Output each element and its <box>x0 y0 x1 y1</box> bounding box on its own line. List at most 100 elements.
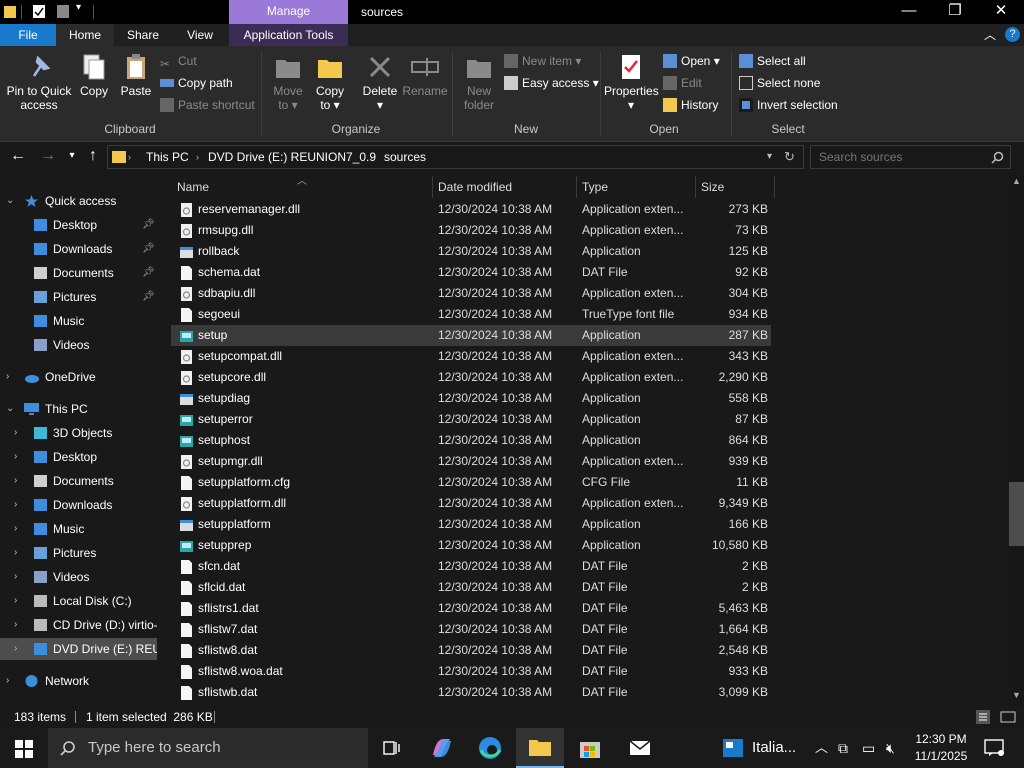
file-row[interactable]: setup 12/30/2024 10:38 AM Application 287 K… <box>171 325 771 346</box>
properties-button[interactable]: Properties ▾ <box>604 52 659 112</box>
pin-icon[interactable]: 📌︎ <box>142 238 155 260</box>
windows-start-icon[interactable] <box>15 740 33 758</box>
paste-shortcut-button[interactable]: Paste shortcut <box>160 95 255 115</box>
column-header-size[interactable]: Size <box>701 176 724 198</box>
nav-this-pc[interactable]: ⌄ This PC <box>0 398 157 420</box>
pin-icon[interactable]: 📌︎ <box>142 262 155 284</box>
customize-quick-access-icon[interactable]: ▾ <box>76 2 81 13</box>
scroll-down-icon[interactable]: ▼ <box>1012 690 1021 700</box>
select-all-button[interactable]: Select all <box>739 51 806 71</box>
column-header-date[interactable]: Date modified <box>438 176 512 198</box>
nav-pc-item[interactable]: › Local Disk (C:) <box>0 590 157 612</box>
file-row[interactable]: setupplatform 12/30/2024 10:38 AM Applicat… <box>171 514 771 535</box>
edit-button[interactable]: Edit <box>663 73 702 93</box>
expand-icon[interactable]: › <box>14 446 17 468</box>
details-view-icon[interactable] <box>976 710 990 724</box>
cut-button[interactable]: ✂ Cut <box>160 51 197 71</box>
expand-icon[interactable]: › <box>14 614 17 636</box>
nav-quick-downloads[interactable]: Downloads 📌︎ <box>0 238 157 260</box>
recent-locations-icon[interactable]: ▾ <box>62 146 82 166</box>
nav-network[interactable]: › Network <box>0 670 157 692</box>
clock[interactable]: 12:30 PM 11/1/2025 <box>914 731 968 765</box>
file-row[interactable]: sflistwb.dat 12/30/2024 10:38 AM DAT File 3… <box>171 682 771 703</box>
file-row[interactable]: sdbapiu.dll 12/30/2024 10:38 AM Applicatio… <box>171 283 771 304</box>
pin-to-quick-access-button[interactable]: Pin to Quick access <box>4 52 74 112</box>
nav-quick-desktop[interactable]: Desktop 📌︎ <box>0 214 157 236</box>
nav-pc-item[interactable]: › Videos <box>0 566 157 588</box>
move-to-button[interactable]: Move to ▾ <box>268 52 308 112</box>
file-row[interactable]: rollback 12/30/2024 10:38 AM Application 12… <box>171 241 771 262</box>
nav-quick-documents[interactable]: Documents 📌︎ <box>0 262 157 284</box>
nav-quick-videos[interactable]: Videos <box>0 334 157 356</box>
show-hidden-icons-icon[interactable]: ︿ <box>815 728 828 768</box>
rename-button[interactable]: Rename <box>402 52 448 98</box>
nav-onedrive[interactable]: › OneDrive <box>0 366 157 388</box>
nav-pc-item[interactable]: › Downloads <box>0 494 157 516</box>
tab-home[interactable]: Home <box>56 24 114 46</box>
scroll-thumb[interactable] <box>1009 482 1024 546</box>
new-folder-button[interactable]: New folder <box>459 52 499 112</box>
search-box[interactable] <box>810 145 1011 169</box>
weather-label[interactable]: Italia... <box>752 728 796 768</box>
new-folder-quick-icon[interactable] <box>57 4 69 19</box>
tab-view[interactable]: View <box>172 24 228 46</box>
collapse-ribbon-icon[interactable]: ︿ <box>984 26 996 43</box>
up-icon[interactable]: ↑ <box>83 146 103 166</box>
nav-quick-access[interactable]: ⌄ Quick access <box>0 190 157 212</box>
weather-widget[interactable] <box>722 738 744 761</box>
mail-button[interactable] <box>616 728 664 768</box>
file-row[interactable]: reservemanager.dll 12/30/2024 10:38 AM App… <box>171 199 771 220</box>
file-row[interactable]: sfcn.dat 12/30/2024 10:38 AM DAT File 2 KB <box>171 556 771 577</box>
column-header-type[interactable]: Type <box>582 176 608 198</box>
copy-button[interactable]: Copy <box>74 52 114 98</box>
expand-icon[interactable]: › <box>14 566 17 588</box>
pin-icon[interactable]: 📌︎ <box>142 214 155 236</box>
new-item-button[interactable]: New item ▾ <box>504 51 581 71</box>
delete-button[interactable]: Delete ▾ <box>358 52 402 112</box>
nav-pc-item[interactable]: › DVD Drive (E:) REUN <box>0 638 157 660</box>
nav-quick-pictures[interactable]: Pictures 📌︎ <box>0 286 157 308</box>
nav-pc-item[interactable]: › 3D Objects <box>0 422 157 444</box>
copilot-button[interactable] <box>418 728 466 768</box>
nav-pc-item[interactable]: › Desktop <box>0 446 157 468</box>
invert-selection-button[interactable]: Invert selection <box>739 95 838 115</box>
tab-share[interactable]: Share <box>114 24 172 46</box>
file-row[interactable]: setupplatform.dll 12/30/2024 10:38 AM Appl… <box>171 493 771 514</box>
nav-quick-music[interactable]: Music <box>0 310 157 332</box>
expand-icon[interactable]: › <box>14 422 17 444</box>
file-row[interactable]: setupmgr.dll 12/30/2024 10:38 AM Applicati… <box>171 451 771 472</box>
copy-path-button[interactable]: Copy path <box>160 73 233 93</box>
large-icons-view-icon[interactable] <box>1000 710 1016 724</box>
expand-icon[interactable]: › <box>14 518 17 540</box>
nav-pc-item[interactable]: › Pictures <box>0 542 157 564</box>
tab-file[interactable]: File <box>0 24 56 46</box>
expand-icon[interactable]: › <box>14 542 17 564</box>
file-row[interactable]: sflistw8.dat 12/30/2024 10:38 AM DAT File 2… <box>171 640 771 661</box>
file-row[interactable]: sflistw8.woa.dat 12/30/2024 10:38 AM DAT F… <box>171 661 771 682</box>
pin-icon[interactable]: 📌︎ <box>142 286 155 308</box>
store-button[interactable] <box>566 728 614 768</box>
expand-icon[interactable]: › <box>14 470 17 492</box>
open-button[interactable]: Open ▾ <box>663 51 720 71</box>
nav-pc-item[interactable]: › Music <box>0 518 157 540</box>
file-row[interactable]: schema.dat 12/30/2024 10:38 AM DAT File 92 … <box>171 262 771 283</box>
address-dropdown-icon[interactable]: ▾ <box>767 146 772 168</box>
file-row[interactable]: setupplatform.cfg 12/30/2024 10:38 AM CFG … <box>171 472 771 493</box>
file-explorer-taskbar-button[interactable] <box>516 728 564 768</box>
search-input[interactable] <box>811 146 981 168</box>
nav-pc-item[interactable]: › Documents <box>0 470 157 492</box>
expand-icon[interactable]: › <box>14 590 17 612</box>
file-row[interactable]: sflcid.dat 12/30/2024 10:38 AM DAT File 2 K… <box>171 577 771 598</box>
expand-icon[interactable]: › <box>14 638 17 660</box>
notifications-icon[interactable] <box>984 739 1004 757</box>
scroll-up-icon[interactable]: ▲ <box>1012 176 1021 186</box>
expand-icon[interactable]: › <box>6 366 9 388</box>
network-tray-icon[interactable]: ▭ <box>862 728 875 768</box>
properties-icon[interactable] <box>33 4 45 19</box>
file-row[interactable]: setupdiag 12/30/2024 10:38 AM Application 5… <box>171 388 771 409</box>
close-button[interactable]: ✕ <box>978 0 1024 24</box>
back-icon[interactable]: ← <box>8 146 28 166</box>
breadcrumb-dvd-drive[interactable]: DVD Drive (E:) REUNION7_0.9 <box>208 146 376 168</box>
file-row[interactable]: sflistrs1.dat 12/30/2024 10:38 AM DAT File… <box>171 598 771 619</box>
expand-icon[interactable]: › <box>14 494 17 516</box>
